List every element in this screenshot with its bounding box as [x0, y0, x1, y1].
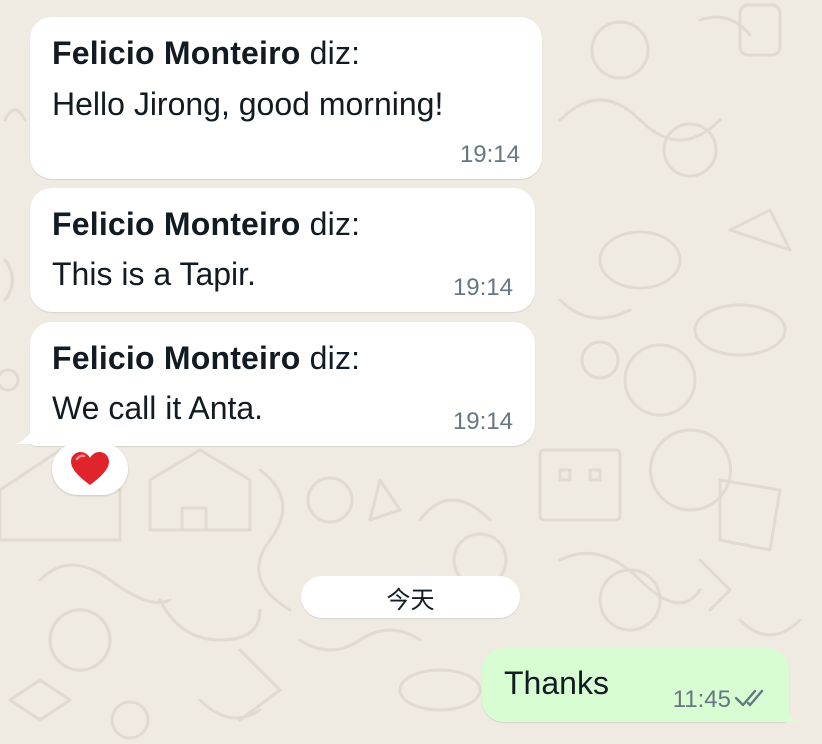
sender-line: Felicio Monteiro diz:: [52, 35, 360, 72]
double-check-icon: [735, 689, 764, 707]
message-text: This is a Tapir.: [52, 256, 256, 292]
sender-suffix: diz:: [300, 35, 361, 71]
message-time: 19:14: [459, 141, 520, 168]
message-time: 19:14: [452, 408, 513, 435]
sender-suffix: diz:: [300, 340, 361, 376]
day-separator: 今天: [301, 576, 520, 618]
reaction-badge[interactable]: [52, 443, 128, 495]
heart-icon: [71, 452, 109, 485]
message-time: 19:14: [452, 274, 513, 301]
message-bubble-outgoing[interactable]: Thanks 11:45: [482, 648, 789, 722]
bubble-tail-incoming: [16, 420, 38, 444]
message-bubble-incoming[interactable]: Felicio Monteiro diz: Hello Jirong, good…: [30, 17, 542, 179]
message-bubble-incoming[interactable]: Felicio Monteiro diz: We call it Anta. 1…: [30, 322, 535, 446]
sender-line: Felicio Monteiro diz:: [52, 340, 360, 377]
message-text: We call it Anta.: [52, 390, 264, 426]
sender-line: Felicio Monteiro diz:: [52, 206, 360, 243]
bubble-tail-outgoing: [776, 700, 800, 722]
sender-name: Felicio Monteiro: [52, 35, 301, 71]
message-bubble-incoming[interactable]: Felicio Monteiro diz: This is a Tapir. 1…: [30, 188, 535, 312]
sender-suffix: diz:: [300, 206, 361, 242]
message-text: Hello Jirong, good morning!: [52, 86, 444, 122]
message-text: Thanks: [504, 665, 609, 701]
sender-name: Felicio Monteiro: [52, 340, 301, 376]
sender-name: Felicio Monteiro: [52, 206, 301, 242]
message-time: 11:45: [672, 686, 731, 713]
